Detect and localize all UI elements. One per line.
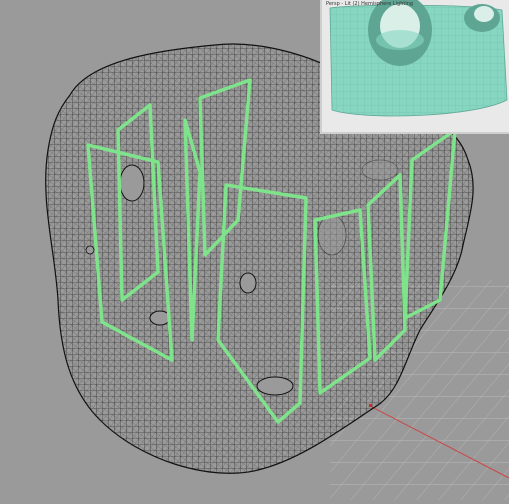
origin-marker	[369, 404, 372, 407]
inset-canvas[interactable]	[322, 0, 509, 132]
inset-shaded-viewport[interactable]: Persp - Lit (2) Hemisphere Lighting	[320, 0, 509, 134]
inset-viewport-title: Persp - Lit (2) Hemisphere Lighting	[326, 1, 414, 7]
